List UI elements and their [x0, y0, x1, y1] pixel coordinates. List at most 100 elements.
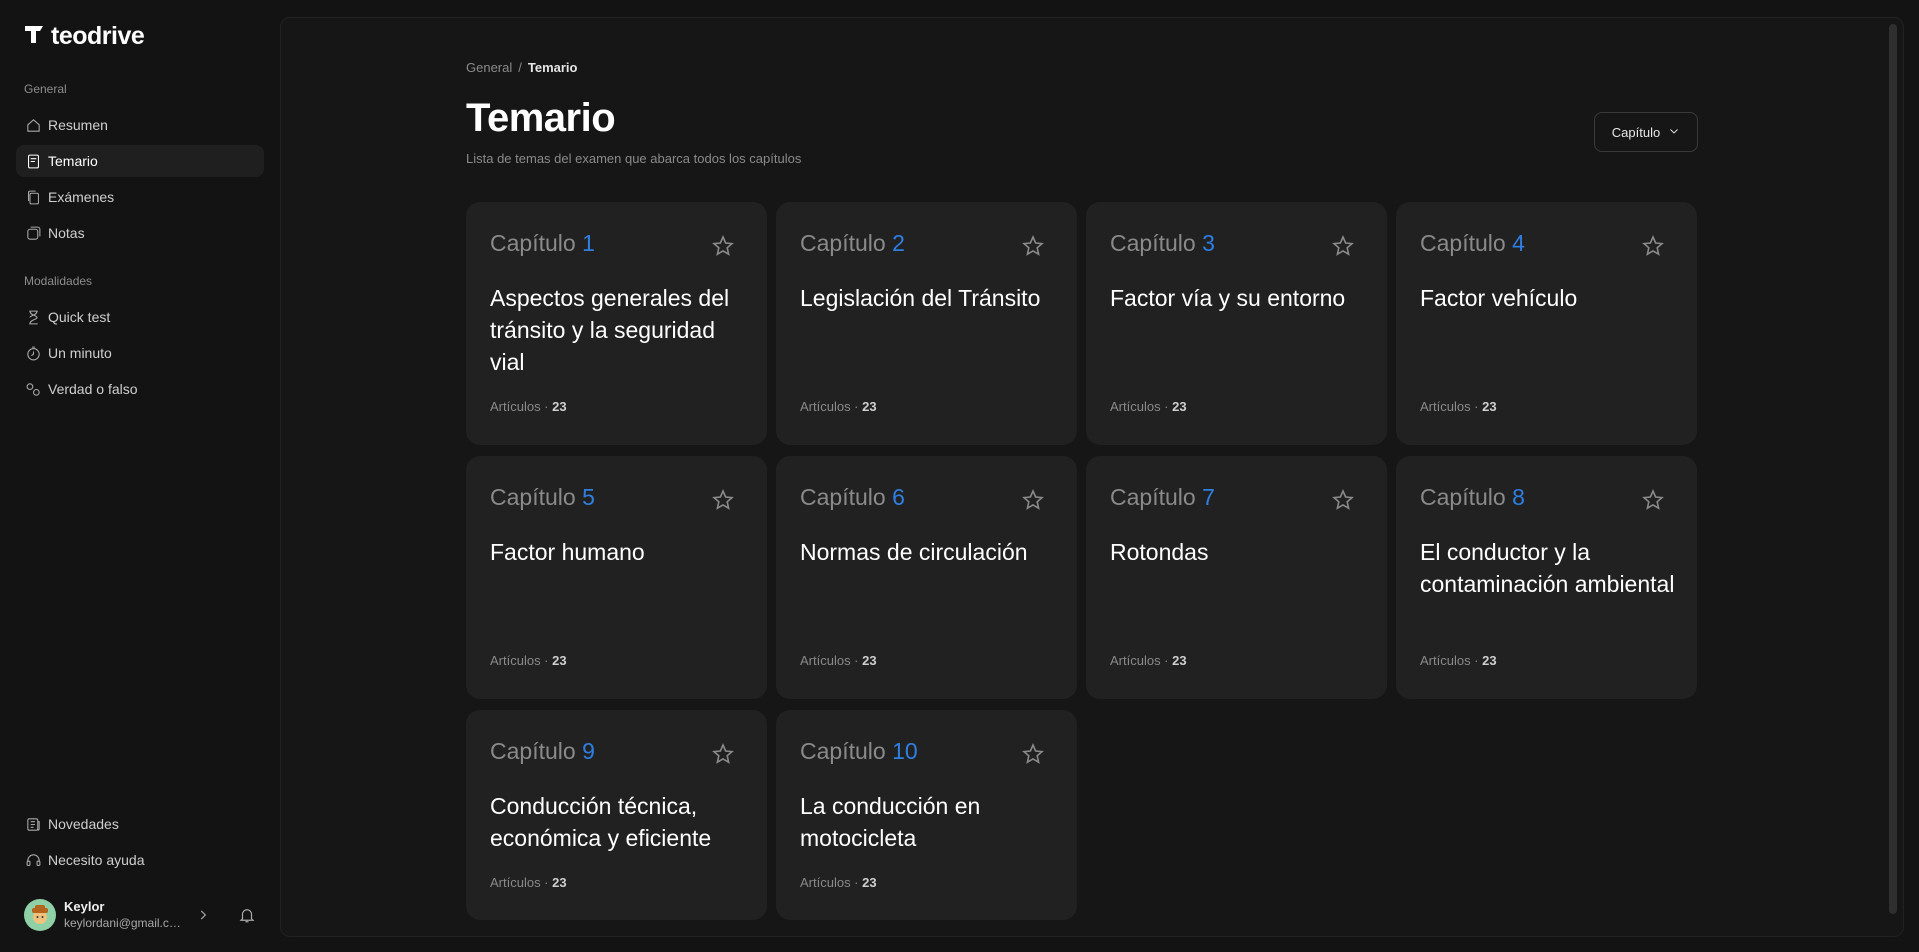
notes-icon: [24, 224, 42, 242]
chapter-number: 6: [892, 484, 905, 510]
chapter-meta: Artículos · 23: [1420, 399, 1497, 414]
star-icon[interactable]: [1641, 234, 1665, 258]
sidebar-item-label: Resumen: [48, 117, 108, 133]
chapter-card-7[interactable]: Capítulo 7 Rotondas Artículos · 23: [1086, 456, 1387, 699]
chapter-number: 7: [1202, 484, 1215, 510]
chapter-title: Factor humano: [490, 539, 645, 565]
home-icon: [24, 116, 42, 134]
chapter-filter-dropdown[interactable]: Capítulo: [1594, 112, 1698, 152]
chapter-title: Factor vehículo: [1420, 285, 1578, 311]
sidebar-item-novedades[interactable]: Novedades: [16, 808, 264, 840]
chapter-filter-label: Capítulo: [1611, 124, 1661, 140]
headset-icon: [24, 851, 42, 869]
sidebar-item-label: Verdad o falso: [48, 381, 138, 397]
avatar: [24, 899, 56, 931]
section-label-general: General: [24, 82, 67, 96]
chapter-meta: Artículos · 23: [1110, 653, 1187, 668]
breadcrumb: General / Temario: [466, 60, 577, 75]
chapter-heading: Capítulo 2: [800, 230, 905, 256]
bell-icon[interactable]: [238, 906, 256, 924]
sidebar-item-notas[interactable]: Notas: [16, 217, 264, 249]
chapter-number: 8: [1512, 484, 1525, 510]
chapter-heading: Capítulo 8: [1420, 484, 1525, 510]
book-icon: [24, 152, 42, 170]
sidebar-item-label: Novedades: [48, 816, 119, 832]
chapter-title: Legislación del Tránsito: [800, 285, 1041, 311]
chapter-heading: Capítulo 10: [800, 738, 918, 764]
section-label-modalidades: Modalidades: [24, 274, 93, 288]
chapter-card-5[interactable]: Capítulo 5 Factor humano Artículos · 23: [466, 456, 767, 699]
star-icon[interactable]: [1331, 234, 1355, 258]
page-subtitle: Lista de temas del examen que abarca tod…: [466, 151, 802, 166]
user-menu[interactable]: Keylor keylordani@gmail.com: [24, 897, 264, 933]
chapter-heading: Capítulo 5: [490, 484, 595, 510]
star-icon[interactable]: [711, 234, 735, 258]
chapter-title: Conducción técnica, económica y eficient…: [490, 793, 712, 851]
chapter-number: 2: [892, 230, 905, 256]
chapter-meta: Artículos · 23: [490, 653, 567, 668]
scrollbar[interactable]: [1889, 24, 1897, 914]
chapter-card-1[interactable]: Capítulo 1 Aspectos generales del tránsi…: [466, 202, 767, 445]
chapter-meta: Artículos · 23: [800, 875, 877, 890]
chevron-down-icon: [1668, 125, 1680, 140]
sidebar-item-necesito-ayuda[interactable]: Necesito ayuda: [16, 844, 264, 876]
timer-icon: [24, 344, 42, 362]
chapter-number: 3: [1202, 230, 1215, 256]
sidebar-item-label: Quick test: [48, 309, 111, 325]
sidebar-item-label: Exámenes: [48, 189, 115, 205]
sidebar-item-label: Un minuto: [48, 345, 112, 361]
chapter-title: La conducción en motocicleta: [800, 793, 981, 851]
brand-name: teodrive: [51, 22, 145, 50]
cards-icon: [24, 188, 42, 206]
chapter-card-2[interactable]: Capítulo 2 Legislación del Tránsito Artí…: [776, 202, 1077, 445]
breadcrumb-current: Temario: [527, 60, 578, 75]
user-name: Keylor: [64, 899, 105, 914]
chapter-card-9[interactable]: Capítulo 9 Conducción técnica, económica…: [466, 710, 767, 920]
chapter-title: El conductor y la contaminación ambienta…: [1420, 539, 1675, 597]
star-icon[interactable]: [1021, 742, 1045, 766]
chapter-number: 1: [582, 230, 595, 256]
chapter-number: 9: [582, 738, 595, 764]
user-email: keylordani@gmail.com: [64, 916, 182, 930]
sidebar-item-label: Temario: [48, 153, 98, 169]
chapter-title: Rotondas: [1110, 539, 1209, 565]
sidebar-item-quick-test[interactable]: Quick test: [16, 301, 264, 333]
star-icon[interactable]: [711, 488, 735, 512]
sidebar-item-temario[interactable]: Temario: [16, 145, 264, 177]
main-panel: General / Temario Temario Lista de temas…: [280, 17, 1904, 937]
chevron-right-icon[interactable]: [196, 908, 210, 922]
breadcrumb-separator: /: [518, 60, 522, 75]
chapter-card-8[interactable]: Capítulo 8 El conductor y la contaminaci…: [1396, 456, 1697, 699]
sidebar-item-resumen[interactable]: Resumen: [16, 109, 264, 141]
star-icon[interactable]: [1641, 488, 1665, 512]
sidebar: teodrive General Resumen Temario Exámene…: [0, 0, 280, 952]
teodrive-logo-icon: [23, 23, 45, 50]
chapter-heading: Capítulo 6: [800, 484, 905, 510]
sidebar-item-un-minuto[interactable]: Un minuto: [16, 337, 264, 369]
star-icon[interactable]: [1021, 488, 1045, 512]
star-icon[interactable]: [711, 742, 735, 766]
chapter-card-3[interactable]: Capítulo 3 Factor vía y su entorno Artíc…: [1086, 202, 1387, 445]
star-icon[interactable]: [1331, 488, 1355, 512]
sidebar-item-examenes[interactable]: Exámenes: [16, 181, 264, 213]
chapter-meta: Artículos · 23: [800, 653, 877, 668]
star-icon[interactable]: [1021, 234, 1045, 258]
chapter-meta: Artículos · 23: [1110, 399, 1187, 414]
chapter-heading: Capítulo 4: [1420, 230, 1525, 256]
chapter-title: Factor vía y su entorno: [1110, 285, 1346, 311]
chapter-number: 10: [892, 738, 918, 764]
breadcrumb-root[interactable]: General: [466, 60, 512, 75]
sidebar-item-label: Notas: [48, 225, 85, 241]
newspaper-icon: [24, 815, 42, 833]
chapter-card-6[interactable]: Capítulo 6 Normas de circulación Artícul…: [776, 456, 1077, 699]
brand[interactable]: teodrive: [23, 22, 145, 51]
chapter-meta: Artículos · 23: [1420, 653, 1497, 668]
chapter-number: 4: [1512, 230, 1525, 256]
chapter-card-10[interactable]: Capítulo 10 La conducción en motocicleta…: [776, 710, 1077, 920]
chapter-heading: Capítulo 1: [490, 230, 595, 256]
chapter-card-4[interactable]: Capítulo 4 Factor vehículo Artículos · 2…: [1396, 202, 1697, 445]
chapter-meta: Artículos · 23: [800, 399, 877, 414]
chapter-number: 5: [582, 484, 595, 510]
page-title: Temario: [466, 96, 616, 140]
sidebar-item-verdad-o-falso[interactable]: Verdad o falso: [16, 373, 264, 405]
